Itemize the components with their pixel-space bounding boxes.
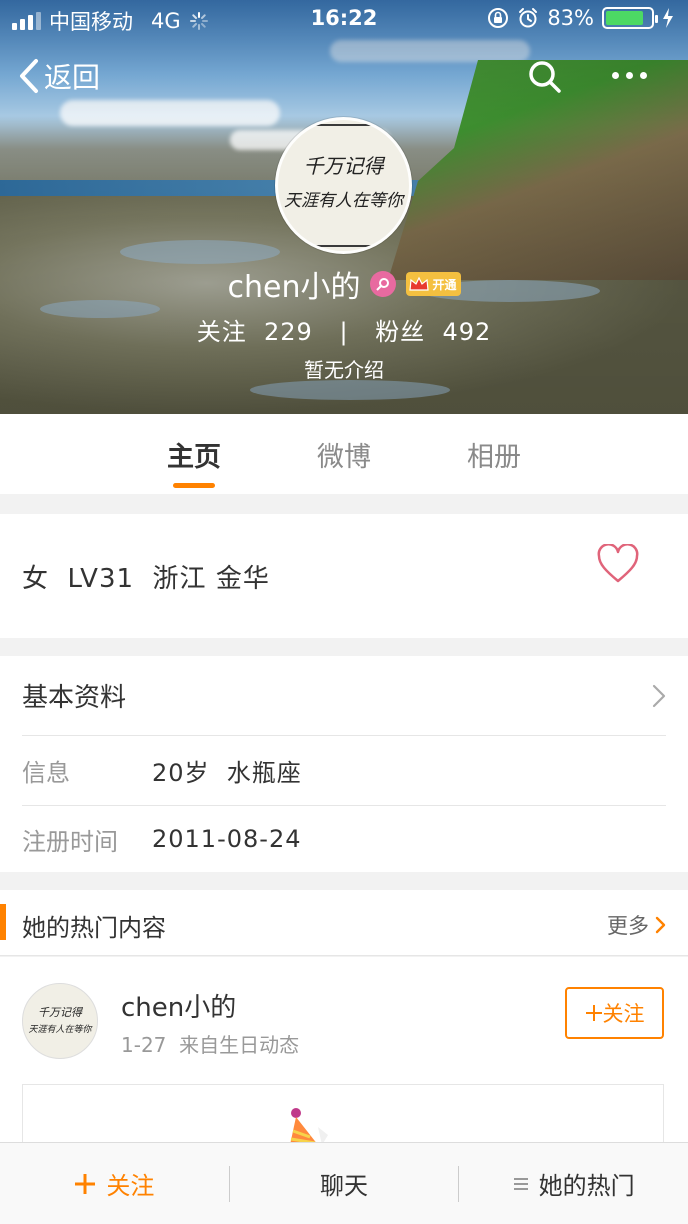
user-tags-card: 女 LV31 浙江 金华 xyxy=(0,514,688,638)
rotation-lock-icon xyxy=(488,8,509,28)
avatar-text-line1: 千万记得 xyxy=(303,154,384,178)
profile-intro: 暂无介绍 xyxy=(304,358,384,382)
followers-count: 492 xyxy=(442,318,492,346)
follow-stats: 关注 229 | 粉丝 492 xyxy=(0,312,688,347)
following-link[interactable]: 关注 229 xyxy=(197,318,313,346)
info-label: 信息 xyxy=(22,759,70,787)
menu-icon xyxy=(513,1177,528,1190)
post-author[interactable]: chen小的 xyxy=(121,987,236,1024)
crown-icon xyxy=(409,276,430,291)
more-link[interactable]: 更多 xyxy=(607,910,666,940)
post-avatar[interactable]: 千万记得 天涯有人在等你 xyxy=(22,983,98,1059)
party-hat-icon xyxy=(290,1108,328,1145)
info-value: 20岁 水瓶座 xyxy=(152,759,302,787)
chat-button[interactable]: 聊天 xyxy=(230,1143,459,1224)
avatar-text-line2: 天涯有人在等你 xyxy=(284,191,403,211)
battery-fill xyxy=(606,11,643,25)
basic-info-card: 基本资料 信息 20岁 水瓶座 注册时间 2011-08-24 xyxy=(0,656,688,872)
status-bar: 中国移动 4G 16:22 83% xyxy=(0,0,688,38)
followers-label: 粉丝 xyxy=(375,318,426,346)
user-tags: 女 LV31 浙江 金华 xyxy=(22,564,270,594)
info-row: 信息 20岁 水瓶座 xyxy=(22,736,666,806)
profile-tabs: 主页 微博 相册 xyxy=(0,414,688,494)
tab-home[interactable]: 主页 xyxy=(119,414,269,494)
register-value: 2011-08-24 xyxy=(152,825,302,853)
section-accent-bar xyxy=(0,904,6,940)
hot-post[interactable]: 千万记得 天涯有人在等你 chen小的 1-27 来自生日动态 关注 xyxy=(0,957,688,1164)
tab-album[interactable]: 相册 xyxy=(419,414,569,494)
battery-icon xyxy=(602,7,658,29)
her-hot-button[interactable]: 她的热门 xyxy=(459,1143,688,1224)
follow-button-label: 关注 xyxy=(602,1002,645,1026)
plus-icon xyxy=(75,1173,96,1194)
bottom-follow-button[interactable]: 关注 xyxy=(0,1143,229,1224)
profile-page: 中国移动 4G 16:22 83% 返回 千万记得 天涯有人在等你 chen小的… xyxy=(0,0,688,1224)
more-icon[interactable] xyxy=(612,72,647,79)
more-label: 更多 xyxy=(607,914,649,938)
hot-content-title: 她的热门内容 xyxy=(22,914,166,942)
follow-button[interactable]: 关注 xyxy=(565,987,664,1039)
chevron-right-icon xyxy=(655,916,666,934)
battery-percent: 83% xyxy=(547,6,594,30)
chevron-right-icon xyxy=(652,684,666,708)
post-meta: 1-27 来自生日动态 xyxy=(121,1033,300,1057)
plus-icon xyxy=(585,1005,602,1021)
status-right: 83% xyxy=(487,6,674,30)
followers-link[interactable]: 粉丝 492 xyxy=(375,318,491,346)
profile-avatar[interactable]: 千万记得 天涯有人在等你 xyxy=(275,117,412,254)
tab-weibo[interactable]: 微博 xyxy=(269,414,419,494)
heart-icon[interactable] xyxy=(596,544,640,584)
stats-separator: | xyxy=(339,318,349,346)
register-row: 注册时间 2011-08-24 xyxy=(22,806,666,872)
back-button[interactable]: 返回 xyxy=(18,56,100,96)
her-hot-label: 她的热门 xyxy=(538,1172,635,1200)
chevron-left-icon xyxy=(20,59,38,93)
vip-label: 开通 xyxy=(432,277,457,292)
bottom-toolbar: 关注 聊天 她的热门 xyxy=(0,1142,688,1224)
bottom-follow-label: 关注 xyxy=(106,1172,155,1200)
basic-info-title: 基本资料 xyxy=(22,683,127,713)
hot-content-header: 她的热门内容 更多 xyxy=(0,890,688,956)
register-label: 注册时间 xyxy=(22,827,118,856)
basic-info-header[interactable]: 基本资料 xyxy=(22,656,666,736)
alarm-icon xyxy=(519,8,538,28)
back-label: 返回 xyxy=(44,61,101,94)
following-count: 229 xyxy=(264,318,313,346)
chat-label: 聊天 xyxy=(320,1172,368,1200)
charging-icon xyxy=(663,8,673,28)
profile-name-row: chen小的 开通 xyxy=(0,262,688,306)
search-icon[interactable] xyxy=(528,60,562,94)
post-avatar-text2: 天涯有人在等你 xyxy=(28,1025,92,1035)
badge-icon[interactable] xyxy=(370,271,397,297)
post-avatar-text1: 千万记得 xyxy=(38,1006,82,1019)
following-label: 关注 xyxy=(196,318,247,346)
vip-badge[interactable]: 开通 xyxy=(406,272,461,296)
profile-name: chen小的 xyxy=(227,270,361,305)
